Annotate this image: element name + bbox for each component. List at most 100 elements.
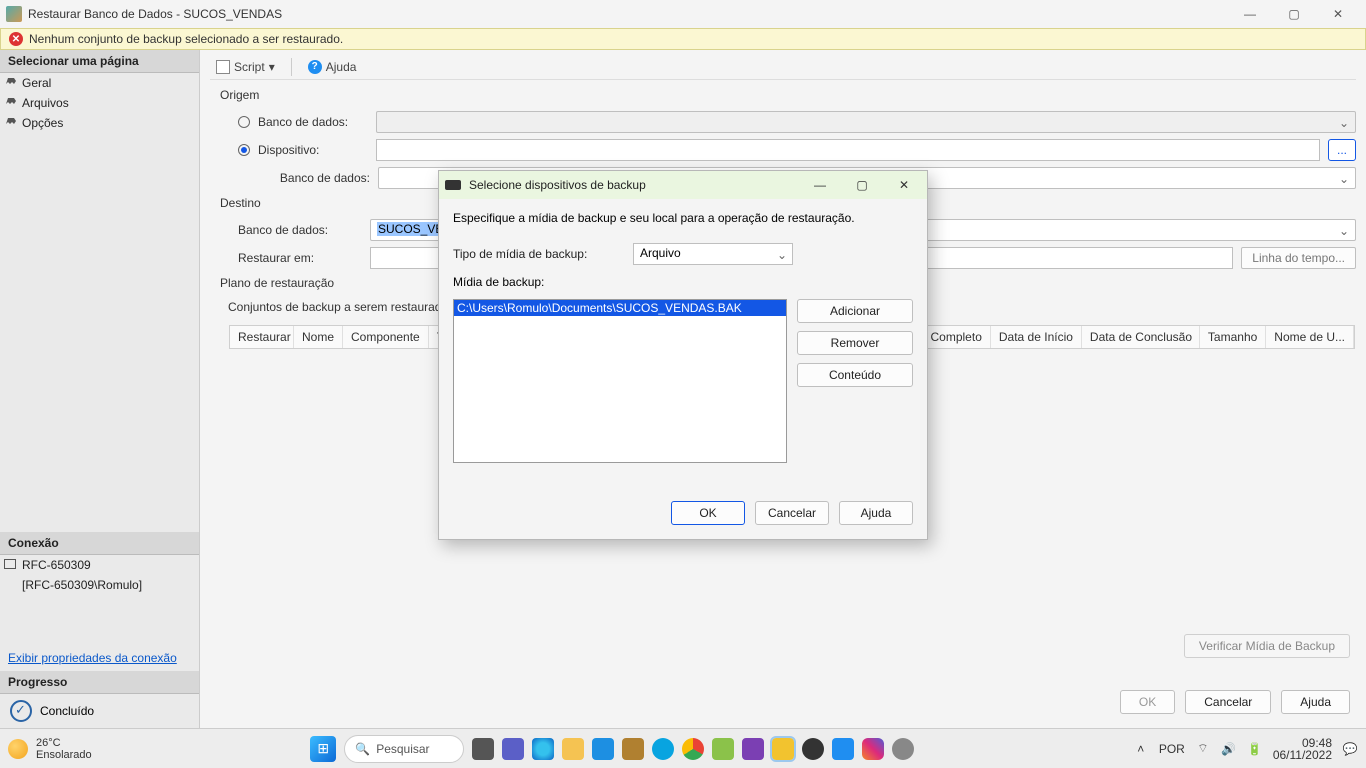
connection-header: Conexão <box>0 532 199 555</box>
server-icon <box>4 559 16 569</box>
progress-header: Progresso <box>0 671 199 694</box>
sidebar: Selecionar uma página Geral Arquivos Opç… <box>0 50 200 728</box>
remove-media-button[interactable]: Remover <box>797 331 913 355</box>
sidebar-item-opcoes[interactable]: Opções <box>0 113 199 133</box>
titlebar: Restaurar Banco de Dados - SUCOS_VENDAS … <box>0 0 1366 28</box>
sidebar-item-arquivos[interactable]: Arquivos <box>0 93 199 113</box>
battery-icon[interactable]: 🔋 <box>1247 741 1263 757</box>
progress-complete-icon <box>10 700 32 722</box>
store-icon[interactable] <box>592 738 614 760</box>
browse-device-button[interactable]: ... <box>1328 139 1356 161</box>
script-icon <box>216 60 230 74</box>
taskbar-search[interactable]: 🔍Pesquisar <box>344 735 464 763</box>
dialog-titlebar: Selecione dispositivos de backup — ▢ ✕ <box>439 171 927 199</box>
obs-icon[interactable] <box>802 738 824 760</box>
toolbar: Script ▾ ?Ajuda <box>210 54 1356 80</box>
radio-database[interactable] <box>238 116 250 128</box>
wifi-icon[interactable]: ⌔ <box>1195 741 1211 757</box>
grid-col-conclusao[interactable]: Data de Conclusão <box>1082 326 1200 348</box>
maximize-button[interactable]: ▢ <box>1272 0 1316 28</box>
search-icon: 🔍 <box>355 742 370 756</box>
contents-button[interactable]: Conteúdo <box>797 363 913 387</box>
view-connection-props-link[interactable]: Exibir propriedades da conexão <box>0 645 199 671</box>
radio-database-label: Banco de dados: <box>258 115 368 129</box>
dialog-title: Selecione dispositivos de backup <box>469 178 795 192</box>
cancel-button[interactable]: Cancelar <box>1185 690 1271 714</box>
grid-col-inicio[interactable]: Data de Início <box>991 326 1082 348</box>
grid-col-tamanho[interactable]: Tamanho <box>1200 326 1266 348</box>
help-button[interactable]: Ajuda <box>1281 690 1350 714</box>
notifications-icon[interactable]: 💬 <box>1342 741 1358 757</box>
close-button[interactable]: ✕ <box>1316 0 1360 28</box>
ssms-icon[interactable] <box>772 738 794 760</box>
origin-db2-label: Banco de dados: <box>260 171 370 185</box>
dialog-maximize-button[interactable]: ▢ <box>845 174 879 196</box>
script-button[interactable]: Script ▾ <box>210 58 281 76</box>
start-button[interactable]: ⊞ <box>310 736 336 762</box>
origin-database-combo: ⌄ <box>376 111 1356 133</box>
taskbar: 26°C Ensolarado ⊞ 🔍Pesquisar ˄ POR ⌔ 🔊 🔋… <box>0 728 1366 768</box>
help-icon: ? <box>308 60 322 74</box>
dialog-close-button[interactable]: ✕ <box>887 174 921 196</box>
media-type-label: Tipo de mídia de backup: <box>453 247 623 261</box>
media-item-selected[interactable]: C:\Users\Romulo\Documents\SUCOS_VENDAS.B… <box>454 300 786 316</box>
tray-chevron-icon[interactable]: ˄ <box>1133 741 1149 757</box>
add-media-button[interactable]: Adicionar <box>797 299 913 323</box>
help-button[interactable]: ?Ajuda <box>302 58 363 76</box>
sun-icon <box>8 739 28 759</box>
verify-media-button[interactable]: Verificar Mídia de Backup <box>1184 634 1350 658</box>
grid-col-usuario[interactable]: Nome de U... <box>1266 326 1354 348</box>
chrome-icon[interactable] <box>682 738 704 760</box>
chevron-down-icon: ▾ <box>269 60 275 74</box>
chevron-down-icon: ⌄ <box>1339 172 1349 186</box>
dialog-instruction: Especifique a mídia de backup e seu loca… <box>453 211 913 225</box>
device-path-field[interactable] <box>376 139 1320 161</box>
sidebar-item-geral[interactable]: Geral <box>0 73 199 93</box>
chevron-down-icon: ⌄ <box>1339 116 1349 130</box>
grid-col-nome[interactable]: Nome <box>294 326 343 348</box>
notepadpp-icon[interactable] <box>712 738 734 760</box>
taskbar-clock[interactable]: 09:48 06/11/2022 <box>1273 737 1332 761</box>
weather-temp: 26°C <box>36 737 92 749</box>
media-type-combo[interactable]: Arquivo⌄ <box>633 243 793 265</box>
dialog-ok-button[interactable]: OK <box>671 501 745 525</box>
progress-text: Concluído <box>40 704 94 718</box>
timeline-button[interactable]: Linha do tempo... <box>1241 247 1356 269</box>
ok-button[interactable]: OK <box>1120 690 1175 714</box>
weather-widget[interactable]: 26°C Ensolarado <box>8 737 92 761</box>
warning-bar: ✕ Nenhum conjunto de backup selecionado … <box>0 28 1366 50</box>
dialog-help-button[interactable]: Ajuda <box>839 501 913 525</box>
dialog-minimize-button[interactable]: — <box>803 174 837 196</box>
instagram-icon[interactable] <box>862 738 884 760</box>
progress-row: Concluído <box>0 694 199 728</box>
visual-studio-icon[interactable] <box>742 738 764 760</box>
backup-media-listbox[interactable]: C:\Users\Romulo\Documents\SUCOS_VENDAS.B… <box>453 299 787 463</box>
restore-to-label: Restaurar em: <box>238 251 362 265</box>
task-view-icon[interactable] <box>472 738 494 760</box>
vscode-icon[interactable] <box>832 738 854 760</box>
warning-text: Nenhum conjunto de backup selecionado a … <box>29 32 343 46</box>
window-title: Restaurar Banco de Dados - SUCOS_VENDAS <box>28 7 1228 21</box>
settings-icon[interactable] <box>892 738 914 760</box>
language-indicator[interactable]: POR <box>1159 742 1185 756</box>
toolbar-separator <box>291 58 292 76</box>
radio-device[interactable] <box>238 144 250 156</box>
grid-col-restaurar[interactable]: Restaurar <box>230 326 294 348</box>
app-icon <box>6 6 22 22</box>
edge-icon[interactable] <box>532 738 554 760</box>
minimize-button[interactable]: — <box>1228 0 1272 28</box>
grid-col-componente[interactable]: Componente <box>343 326 429 348</box>
connection-user: [RFC-650309\Romulo] <box>0 575 199 595</box>
file-explorer-icon[interactable] <box>562 738 584 760</box>
dialog-footer: OK Cancelar Ajuda <box>210 682 1356 718</box>
dialog-cancel-button[interactable]: Cancelar <box>755 501 829 525</box>
volume-icon[interactable]: 🔊 <box>1221 741 1237 757</box>
drive-icon <box>445 180 461 190</box>
error-icon: ✕ <box>9 32 23 46</box>
mail-icon[interactable] <box>622 738 644 760</box>
dest-db-label: Banco de dados: <box>238 223 362 237</box>
skype-icon[interactable] <box>652 738 674 760</box>
media-label: Mídia de backup: <box>453 275 913 289</box>
chat-icon[interactable] <box>502 738 524 760</box>
select-backup-devices-dialog: Selecione dispositivos de backup — ▢ ✕ E… <box>438 170 928 540</box>
